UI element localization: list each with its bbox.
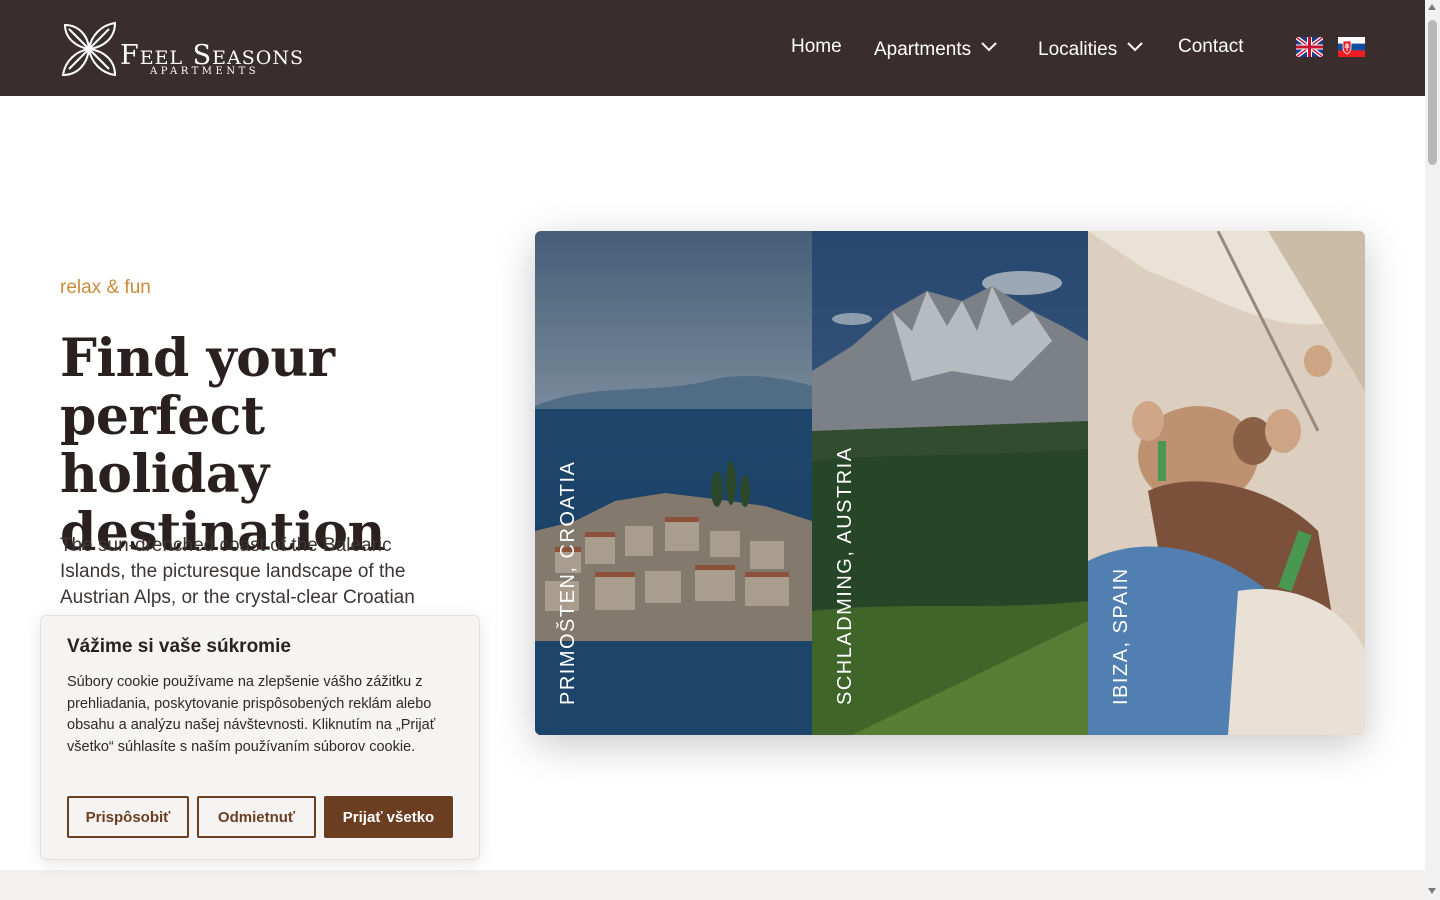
cookie-reject-button[interactable]: Odmietnuť (197, 796, 316, 838)
next-section-band (0, 870, 1425, 900)
destination-card-spain[interactable]: IBIZA, SPAIN (1088, 231, 1365, 735)
slovak-flag-icon[interactable] (1338, 37, 1365, 57)
nav-apartments-label: Apartments (874, 39, 972, 60)
cookie-consent-banner: Vážime si vaše súkromie Súbory cookie po… (40, 615, 480, 860)
destination-label-austria: SCHLADMING, AUSTRIA (834, 446, 856, 705)
nav-apartments[interactable]: Apartments (874, 36, 997, 60)
site-header: Feel Seasons APARTMENTS Home Apartments … (0, 0, 1425, 96)
nav-contact-label: Contact (1178, 36, 1244, 57)
cookie-customize-button[interactable]: Prispôsobiť (67, 796, 189, 838)
hero-tagline: relax & fun (60, 277, 151, 298)
hero-paragraph: The sun-drenched coast of the Balearic I… (60, 535, 415, 608)
scrollbar-thumb[interactable] (1428, 20, 1437, 165)
destination-gallery: PRIMOŠTEN, CROATIA SCHLADMING, AUSTRIA I… (535, 231, 1365, 735)
uk-flag-icon[interactable] (1296, 37, 1323, 57)
cookie-title: Vážime si vaše súkromie (67, 636, 291, 657)
cookie-accept-all-button[interactable]: Prijať všetko (324, 796, 453, 838)
nav-home[interactable]: Home (791, 36, 842, 60)
nav-home-label: Home (791, 36, 842, 57)
destination-label-spain: IBIZA, SPAIN (1110, 567, 1132, 705)
destination-card-austria[interactable]: SCHLADMING, AUSTRIA (812, 231, 1088, 735)
chevron-down-icon (1127, 36, 1143, 58)
cookie-text: Súbory cookie používame na zlepšenie váš… (67, 674, 436, 755)
scroll-down-arrow-icon[interactable] (1428, 888, 1436, 894)
nav-contact[interactable]: Contact (1178, 36, 1243, 60)
nav-localities-label: Localities (1038, 39, 1118, 60)
hero-headline: Find your perfect holiday destination (60, 328, 385, 563)
destination-label-croatia: PRIMOŠTEN, CROATIA (557, 460, 579, 705)
chevron-down-icon (981, 36, 997, 58)
nav-localities[interactable]: Localities (1038, 36, 1143, 60)
leaf-logo-icon (61, 21, 117, 77)
scroll-up-arrow-icon[interactable] (1428, 4, 1436, 10)
destination-card-croatia[interactable]: PRIMOŠTEN, CROATIA (535, 231, 812, 735)
logo-subtitle: APARTMENTS (150, 66, 260, 77)
